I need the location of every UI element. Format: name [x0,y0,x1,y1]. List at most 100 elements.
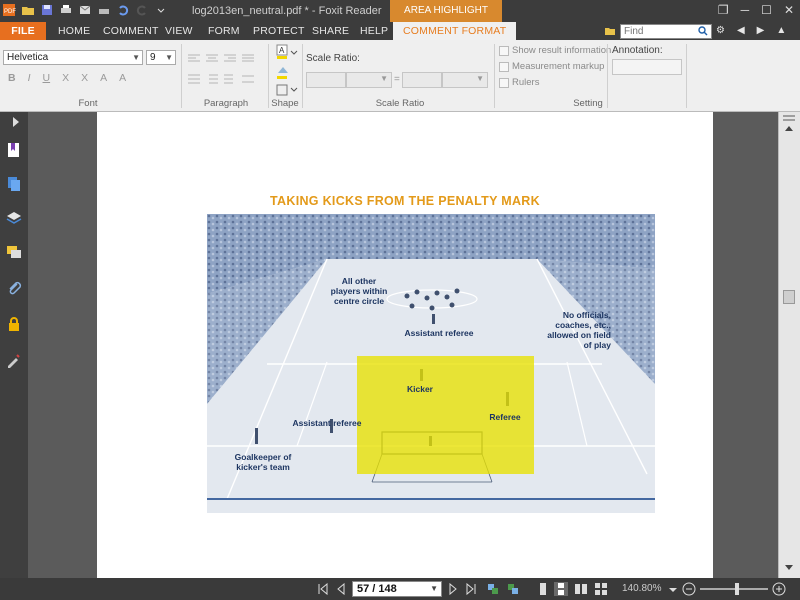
bookmark-icon[interactable] [6,142,22,158]
font-color-button[interactable]: A [100,72,107,84]
border-style-icon[interactable] [276,84,298,96]
scale-unit-2-select[interactable]: ▼ [442,72,488,88]
ribbon: Helvetica ▼ 9 ▼ B I U X X A A Font Paragra… [0,40,800,112]
tab-view[interactable]: VIEW [165,22,193,40]
tab-comment[interactable]: COMMENT [103,22,159,40]
superscript-button[interactable]: X [62,72,69,84]
maximize-icon[interactable]: ☐ [761,3,772,17]
font-size-select[interactable]: 9 ▼ [146,50,176,65]
page-number-field[interactable]: 57 / 148 ▼ [352,581,442,597]
split-view-icon[interactable] [783,114,795,122]
tab-help[interactable]: HELP [360,22,388,40]
rulers-checkbox[interactable]: Rulers [499,77,539,88]
align-center-icon[interactable] [206,54,218,64]
text-size-button[interactable]: A [119,72,126,84]
checkbox-label: Rulers [512,77,540,88]
equals-sign: = [394,74,400,85]
zoom-in-icon[interactable] [772,582,786,596]
menu-bar: FILE HOME COMMENT VIEW FORM PROTECT SHAR… [0,22,800,40]
zoom-slider[interactable] [700,588,768,590]
label-kicker: Kicker [407,384,433,394]
previous-arrow-icon[interactable]: ◀ [737,25,745,36]
outdent-icon[interactable] [224,74,236,84]
find-box [620,24,712,39]
previous-view-icon[interactable] [486,582,500,596]
collapse-ribbon-icon[interactable]: ▲ [776,25,786,36]
subscript-button[interactable]: X [81,72,88,84]
annotation-field[interactable] [612,59,682,75]
undo-icon[interactable] [116,3,130,17]
comments-icon[interactable] [6,244,22,260]
gear-icon[interactable]: ⚙ [716,25,725,36]
page-indicator: 57 / 148 [357,583,397,595]
underline-button[interactable]: U [43,72,51,84]
facing-page-icon[interactable] [574,582,588,596]
single-page-icon[interactable] [536,582,550,596]
pages-icon[interactable] [6,176,22,192]
font-name-select[interactable]: Helvetica ▼ [3,50,143,65]
justify-icon[interactable] [242,54,254,64]
align-left-icon[interactable] [188,54,200,64]
checkbox-label: Show result information [512,45,612,56]
scrollbar-thumb[interactable] [783,290,795,304]
zoom-out-icon[interactable] [682,582,696,596]
save-icon[interactable] [40,3,54,17]
tab-share[interactable]: SHARE [312,22,349,40]
show-result-info-checkbox[interactable]: Show result information [499,45,611,56]
document-heading: TAKING KICKS FROM THE PENALTY MARK [270,194,540,208]
folder-icon[interactable] [604,25,616,37]
zoom-slider-thumb[interactable] [735,583,739,595]
scroll-down-icon[interactable] [784,564,794,572]
document-area[interactable]: TAKING KICKS FROM THE PENALTY MARK All o… [28,112,778,578]
tab-protect[interactable]: PROTECT [253,22,305,40]
scale-value-1-field[interactable] [306,72,346,88]
continuous-page-icon[interactable] [554,582,568,596]
zoom-menu-icon[interactable] [668,582,678,596]
chevron-down-icon: ▼ [132,53,140,62]
scroll-up-icon[interactable] [784,124,794,132]
expand-pane-icon[interactable] [10,116,22,128]
redo-icon[interactable] [135,3,149,17]
lock-icon[interactable] [6,316,22,332]
close-icon[interactable]: ✕ [784,3,794,17]
restore-icon[interactable]: ❐ [718,3,729,17]
tab-home[interactable]: HOME [58,22,90,40]
attachment-icon[interactable] [6,280,22,296]
next-view-icon[interactable] [506,582,520,596]
continuous-facing-icon[interactable] [594,582,608,596]
print-icon[interactable] [59,3,73,17]
scale-unit-1-select[interactable]: ▼ [346,72,392,88]
last-page-icon[interactable] [464,582,478,596]
layers-icon[interactable] [6,210,22,226]
search-icon[interactable] [698,26,708,36]
svg-text:PDF: PDF [4,9,16,15]
open-folder-icon[interactable] [21,3,35,17]
find-input[interactable] [621,25,695,38]
minimize-icon[interactable]: ─ [741,3,750,17]
signature-icon[interactable] [6,352,22,368]
next-page-icon[interactable] [446,582,460,596]
line-spacing-icon[interactable] [188,74,200,84]
first-page-icon[interactable] [316,582,330,596]
email-icon[interactable] [78,3,92,17]
context-tab-area-highlight: AREA HIGHLIGHT TOOL [390,0,502,38]
measurement-markup-checkbox[interactable]: Measurement markup [499,61,604,72]
svg-text:A: A [279,46,285,55]
scale-value-2-field[interactable] [402,72,442,88]
tab-file[interactable]: FILE [0,22,46,40]
paragraph-spacing-icon[interactable] [242,74,254,84]
indent-icon[interactable] [206,74,218,84]
vertical-scrollbar[interactable] [778,112,800,578]
text-color-icon[interactable]: A [276,44,298,60]
customize-arrow-icon[interactable] [154,3,168,17]
tab-form[interactable]: FORM [208,22,240,40]
tab-comment-format[interactable]: COMMENT FORMAT [393,22,517,40]
align-right-icon[interactable] [224,54,236,64]
next-arrow-icon[interactable]: ▶ [757,25,765,36]
italic-button[interactable]: I [28,72,31,84]
previous-page-icon[interactable] [334,582,348,596]
fill-color-icon[interactable] [276,64,298,80]
ribbon-separator [494,44,495,108]
scanner-icon[interactable] [97,3,111,17]
bold-button[interactable]: B [8,72,16,84]
